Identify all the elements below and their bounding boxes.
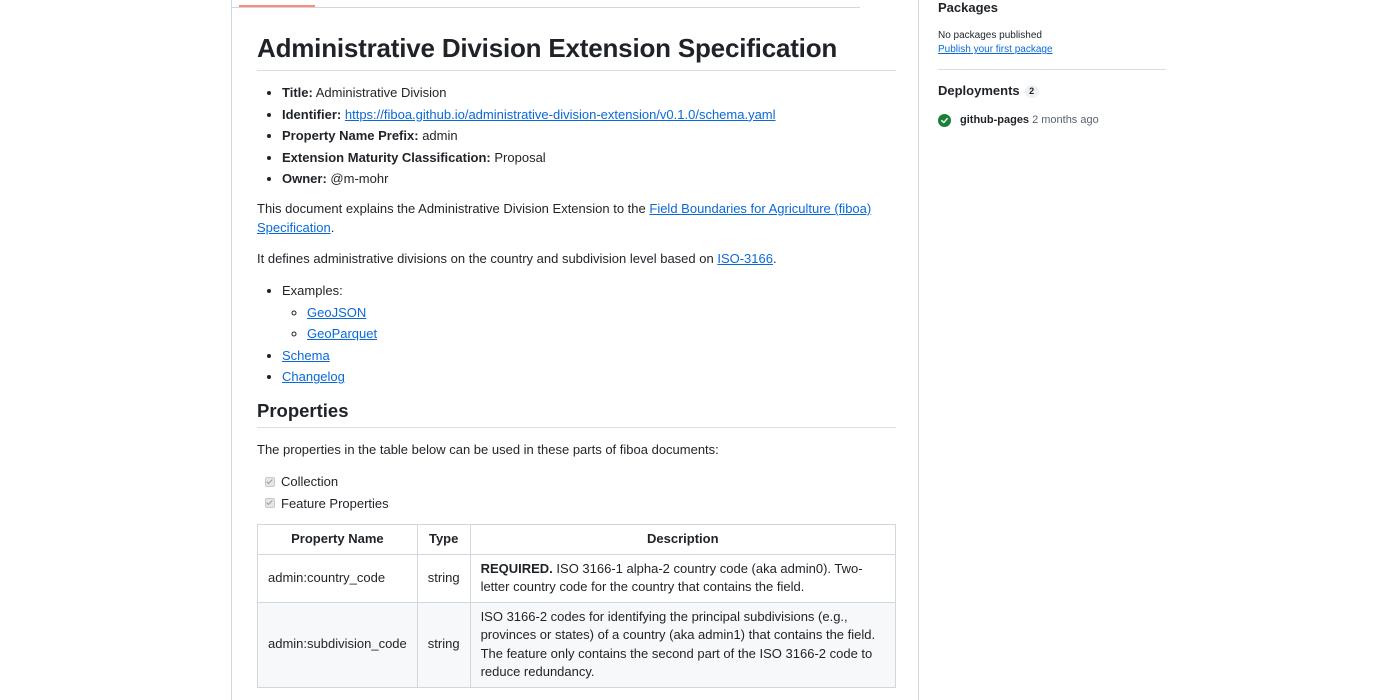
properties-intro: The properties in the table below can be… bbox=[257, 442, 719, 457]
check-circle-icon bbox=[938, 113, 951, 127]
defines-paragraph: It defines administrative divisions on t… bbox=[257, 251, 777, 266]
meta-item-title: Title: Administrative Division bbox=[282, 82, 776, 104]
example-item: GeoParquet bbox=[307, 323, 377, 345]
cell-property-name: admin:subdivision_code bbox=[257, 601, 418, 688]
meta-list: Title: Administrative Division Identifie… bbox=[257, 82, 776, 190]
deployment-item[interactable]: github-pages 2 months ago bbox=[938, 113, 1099, 127]
deployments-heading[interactable]: Deployments 2 bbox=[938, 83, 1039, 99]
example-item: GeoJSON bbox=[307, 302, 377, 324]
active-tab-indicator bbox=[239, 5, 315, 7]
examples-sublist: GeoJSON GeoParquet bbox=[282, 302, 377, 345]
sidebar-divider bbox=[938, 69, 1166, 70]
changelog-item: Changelog bbox=[282, 366, 377, 388]
readme-title: Administrative Division Extension Specif… bbox=[257, 30, 896, 71]
schema-item: Schema bbox=[282, 345, 377, 367]
deployment-name[interactable]: github-pages bbox=[960, 113, 1029, 127]
deployment-time: 2 months ago bbox=[1032, 114, 1099, 126]
task-item-collection: Collection bbox=[265, 471, 389, 493]
intro-paragraph: This document explains the Administrativ… bbox=[257, 201, 872, 235]
properties-heading: Properties bbox=[257, 398, 896, 428]
links-list: Examples: GeoJSON GeoParquet Schema Chan… bbox=[257, 280, 377, 388]
meta-item-prefix: Property Name Prefix: admin bbox=[282, 125, 776, 147]
table-header-row: Property Name Type Description bbox=[257, 524, 897, 555]
checked-checkbox-icon bbox=[265, 476, 275, 487]
readme-tab-bar bbox=[232, 0, 860, 8]
cell-description: ISO 3166-2 codes for identifying the pri… bbox=[469, 601, 897, 688]
cell-type: string bbox=[416, 553, 471, 603]
packages-heading[interactable]: Packages bbox=[938, 0, 998, 16]
cell-property-name: admin:country_code bbox=[257, 553, 418, 603]
cell-description: REQUIRED. ISO 3166-1 alpha-2 country cod… bbox=[469, 553, 897, 603]
no-packages-text: No packages published bbox=[938, 30, 1042, 41]
examples-item: Examples: GeoJSON GeoParquet bbox=[282, 280, 377, 345]
properties-table: Property Name Type Description admin:cou… bbox=[257, 524, 897, 688]
column-header-property-name: Property Name bbox=[257, 524, 418, 555]
geojson-link[interactable]: GeoJSON bbox=[307, 305, 366, 320]
changelog-link[interactable]: Changelog bbox=[282, 369, 345, 384]
iso-3166-link[interactable]: ISO-3166 bbox=[717, 251, 773, 266]
checked-checkbox-icon bbox=[265, 498, 275, 509]
meta-item-owner: Owner: @m-mohr bbox=[282, 168, 776, 190]
usage-task-list: Collection Feature Properties bbox=[265, 471, 389, 514]
deployments-counter: 2 bbox=[1024, 84, 1039, 98]
meta-item-identifier: Identifier: https://fiboa.github.io/admi… bbox=[282, 104, 776, 126]
cell-type: string bbox=[416, 601, 471, 688]
readme-card: Administrative Division Extension Specif… bbox=[231, 0, 919, 700]
table-row: admin:country_code string REQUIRED. ISO … bbox=[257, 553, 897, 603]
table-row: admin:subdivision_code string ISO 3166-2… bbox=[257, 601, 897, 688]
task-item-feature-properties: Feature Properties bbox=[265, 493, 389, 515]
schema-link[interactable]: Schema bbox=[282, 348, 330, 363]
column-header-type: Type bbox=[416, 524, 471, 555]
publish-package-link[interactable]: Publish your first package bbox=[938, 44, 1053, 56]
meta-item-maturity: Extension Maturity Classification: Propo… bbox=[282, 147, 776, 169]
identifier-link[interactable]: https://fiboa.github.io/administrative-d… bbox=[345, 107, 776, 122]
geoparquet-link[interactable]: GeoParquet bbox=[307, 326, 377, 341]
column-header-description: Description bbox=[469, 524, 897, 555]
